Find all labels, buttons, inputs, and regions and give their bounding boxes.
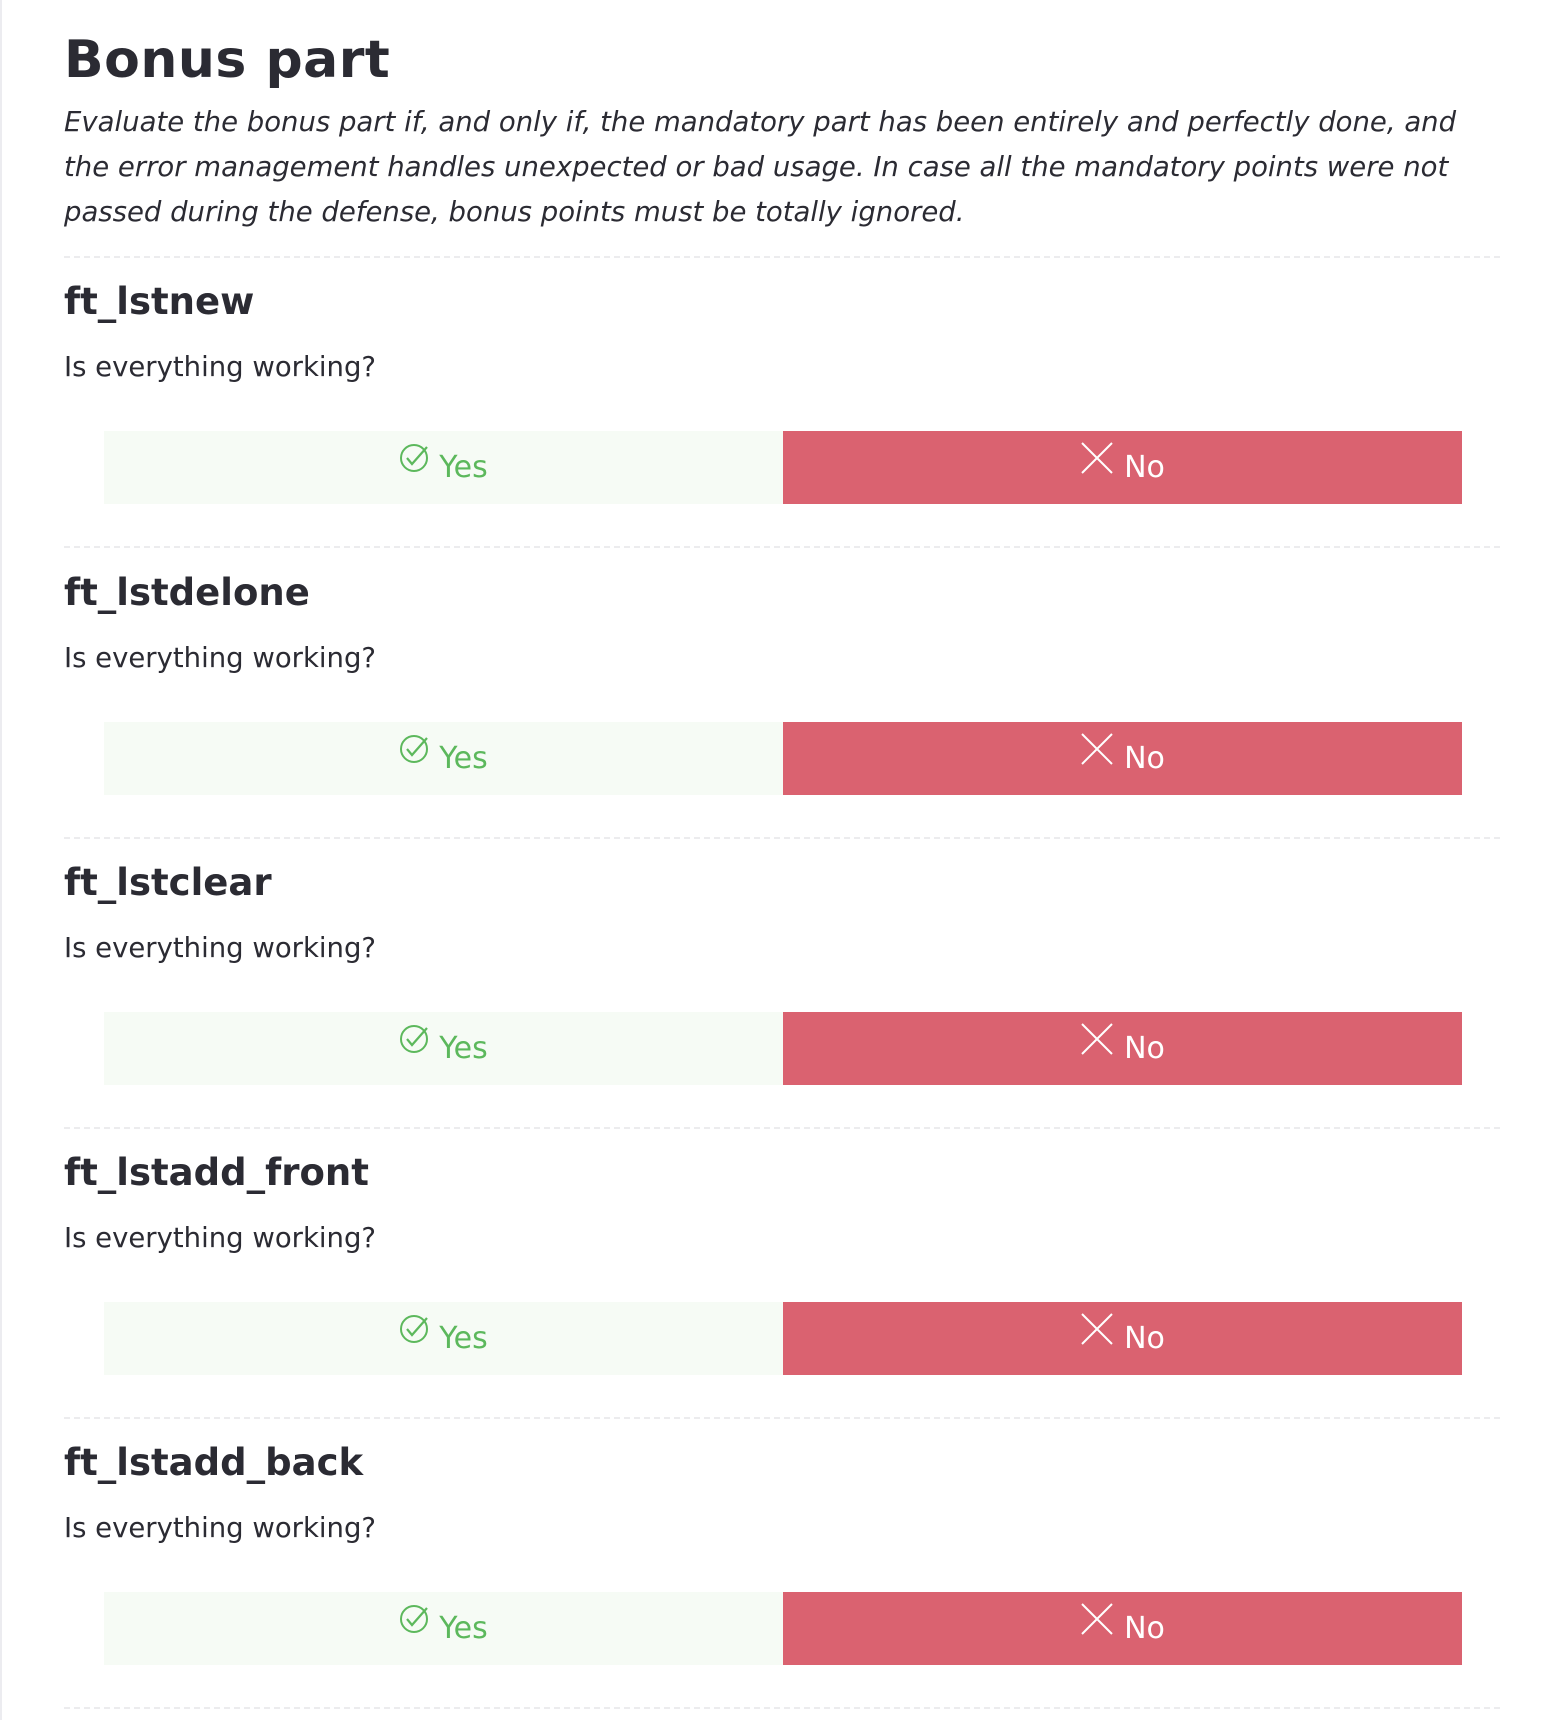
question-ft-lstadd-back: ft_lstadd_back Is everything working? Ye… xyxy=(64,1439,1500,1729)
close-x-icon xyxy=(1080,1602,1114,1644)
question-ft-lstnew: ft_lstnew Is everything working? Yes No xyxy=(64,278,1500,568)
question-title: ft_lstadd_front xyxy=(64,1151,369,1194)
question-title: ft_lstdelone xyxy=(64,571,310,614)
question-text: Is everything working? xyxy=(64,351,377,383)
question-ft-lstadd-front: ft_lstadd_front Is everything working? Y… xyxy=(64,1149,1500,1439)
no-label: No xyxy=(1124,1321,1165,1356)
question-title: ft_lstclear xyxy=(64,861,272,904)
question-title: ft_lstnew xyxy=(64,280,255,323)
no-label: No xyxy=(1124,1611,1165,1646)
question-ft-lstclear: ft_lstclear Is everything working? Yes N… xyxy=(64,859,1500,1149)
no-label: No xyxy=(1124,450,1165,485)
yes-button[interactable]: Yes xyxy=(104,1012,783,1085)
check-circle-icon xyxy=(399,1314,429,1352)
check-circle-icon xyxy=(399,734,429,772)
yes-button[interactable]: Yes xyxy=(104,1302,783,1375)
question-divider xyxy=(64,1707,1500,1709)
no-button[interactable]: No xyxy=(783,1302,1462,1375)
no-button[interactable]: No xyxy=(783,1592,1462,1665)
question-text: Is everything working? xyxy=(64,1512,377,1544)
no-label: No xyxy=(1124,1031,1165,1066)
section-description: Evaluate the bonus part if, and only if,… xyxy=(64,106,1457,228)
question-text: Is everything working? xyxy=(64,642,377,674)
yes-button[interactable]: Yes xyxy=(104,1592,783,1665)
no-button[interactable]: No xyxy=(783,1012,1462,1085)
yes-button[interactable]: Yes xyxy=(104,722,783,795)
yes-label: Yes xyxy=(439,450,488,485)
close-x-icon xyxy=(1080,732,1114,774)
close-x-icon xyxy=(1080,1022,1114,1064)
yes-label: Yes xyxy=(439,1321,488,1356)
no-button[interactable]: No xyxy=(783,431,1462,504)
yes-button[interactable]: Yes xyxy=(104,431,783,504)
page-left-border xyxy=(0,0,2,1720)
no-label: No xyxy=(1124,741,1165,776)
question-divider xyxy=(64,1417,1500,1419)
question-divider xyxy=(64,837,1500,839)
question-title: ft_lstadd_back xyxy=(64,1441,364,1484)
question-text: Is everything working? xyxy=(64,932,377,964)
yes-label: Yes xyxy=(439,741,488,776)
check-circle-icon xyxy=(399,443,429,481)
check-circle-icon xyxy=(399,1604,429,1642)
section-title: Bonus part xyxy=(64,30,391,90)
section-divider xyxy=(64,256,1500,258)
question-divider xyxy=(64,1127,1500,1129)
close-x-icon xyxy=(1080,1312,1114,1354)
question-divider xyxy=(64,546,1500,548)
close-x-icon xyxy=(1080,441,1114,483)
no-button[interactable]: No xyxy=(783,722,1462,795)
yes-label: Yes xyxy=(439,1031,488,1066)
check-circle-icon xyxy=(399,1024,429,1062)
yes-label: Yes xyxy=(439,1611,488,1646)
question-ft-lstdelone: ft_lstdelone Is everything working? Yes … xyxy=(64,569,1500,859)
question-text: Is everything working? xyxy=(64,1222,377,1254)
